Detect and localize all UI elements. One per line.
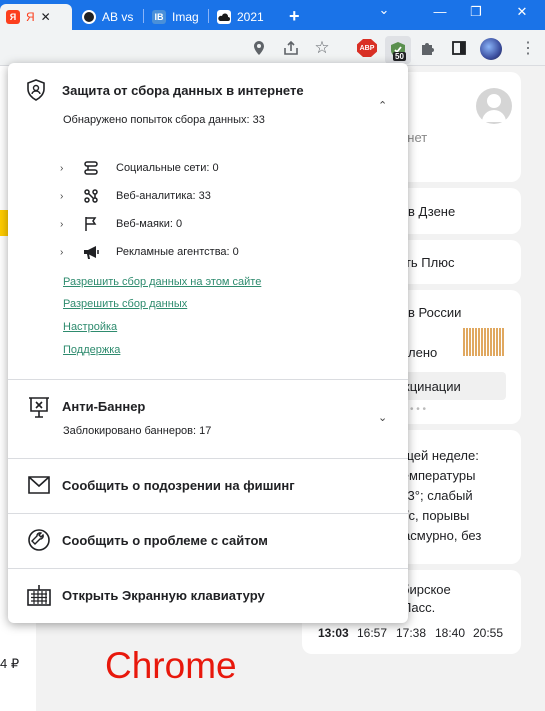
carousel-dots[interactable]: • • • <box>410 404 426 415</box>
yandex-icon: Я <box>6 10 20 24</box>
protection-subtitle: Обнаружено попыток сбора данных: 33 <box>63 114 265 126</box>
bookmark-star-icon[interactable]: ☆ <box>313 38 331 57</box>
chevron-right-icon: › <box>60 162 64 174</box>
tab-title: Imag <box>172 10 199 24</box>
russia-text: в России <box>408 305 462 320</box>
action-label: Сообщить о проблеме с сайтом <box>62 532 268 548</box>
tracker-row-analytics[interactable]: › Веб-аналитика: 33 <box>60 186 211 206</box>
abp-label: ABP <box>359 44 375 52</box>
envelope-icon <box>26 472 52 498</box>
tracker-label: Веб-аналитика: 33 <box>116 190 211 202</box>
tab-title: AB vs <box>102 10 134 24</box>
tab-title: 2021 <box>237 10 264 24</box>
location-icon[interactable] <box>250 39 268 57</box>
circle-icon <box>82 10 96 24</box>
open-keyboard-button[interactable]: Открыть Экранную клавиатуру <box>8 568 408 622</box>
antibanner-title: Анти-Баннер <box>62 399 146 414</box>
close-window-icon[interactable]: ✕ <box>512 4 532 20</box>
report-site-problem-button[interactable]: Сообщить о проблеме с сайтом <box>8 513 408 567</box>
new-tab-button[interactable]: + <box>289 6 300 27</box>
protection-title: Защита от сбора данных в интернете <box>62 83 304 98</box>
keyboard-icon <box>26 582 52 608</box>
social-networks-icon <box>80 159 102 177</box>
ib-icon: IB <box>152 10 166 24</box>
tracker-row-social[interactable]: › Социальные сети: 0 <box>60 158 219 178</box>
web-beacons-icon <box>80 215 102 233</box>
allow-collection-link[interactable]: Разрешить сбор данных <box>63 298 187 310</box>
maximize-icon[interactable]: ❐ <box>466 4 486 20</box>
ad-agencies-icon <box>80 243 102 261</box>
tab-title: Я <box>26 10 35 24</box>
tab-strip: Я Я ✕ AB vs IB Imag 2021 + ⌄ — ❐ ✕ <box>0 0 545 30</box>
pleno-text: лено <box>408 345 438 360</box>
abp-icon[interactable]: ABP <box>357 39 377 57</box>
profile-avatar[interactable] <box>480 38 502 60</box>
tracker-label: Социальные сети: 0 <box>116 162 219 174</box>
time-item: 16:57 <box>357 626 388 640</box>
tracker-label: Веб-маяки: 0 <box>116 218 183 230</box>
anti-banner-icon <box>26 395 52 419</box>
sibir-line: бирское <box>402 582 451 597</box>
antibanner-subtitle: Заблокировано баннеров: 17 <box>63 425 212 437</box>
tab-separator <box>208 9 209 23</box>
vaccination-button[interactable]: кцинации <box>398 372 506 400</box>
report-phishing-button[interactable]: Сообщить о подозрении на фишинг <box>8 458 408 512</box>
time-item: 18:40 <box>435 626 466 640</box>
cloud-icon <box>217 10 231 24</box>
menu-icon[interactable]: ⋮ <box>519 39 537 57</box>
price-text: 4 ₽ <box>0 656 20 671</box>
tab-search-icon[interactable]: ⌄ <box>374 2 394 18</box>
tracker-row-beacons[interactable]: › Веб-маяки: 0 <box>60 214 182 234</box>
wrench-icon <box>26 527 52 553</box>
extension-count-badge: 50 <box>393 52 406 61</box>
action-label: Открыть Экранную клавиатуру <box>62 587 265 603</box>
tab-ab[interactable]: AB vs <box>76 4 142 30</box>
tab-yandex[interactable]: Я Я ✕ <box>0 4 72 30</box>
vacc-text: кцинации <box>404 379 461 394</box>
settings-link[interactable]: Настройка <box>63 321 117 333</box>
time-item: 20:55 <box>473 626 504 640</box>
tab-2021[interactable]: 2021 <box>211 4 279 30</box>
tracker-label: Рекламные агентства: 0 <box>116 246 239 258</box>
web-analytics-icon <box>80 187 102 205</box>
chevron-right-icon: › <box>60 190 64 202</box>
shield-user-icon <box>26 79 46 101</box>
chevron-right-icon: › <box>60 246 64 258</box>
zen-text: в Дзене <box>408 204 456 219</box>
side-panel-icon[interactable] <box>450 39 468 57</box>
divider <box>8 379 408 380</box>
chevron-right-icon: › <box>60 218 64 230</box>
weather-line: ощей неделе: <box>396 448 479 463</box>
minimize-icon[interactable]: — <box>430 4 450 19</box>
extensions-puzzle-icon[interactable] <box>418 39 436 57</box>
caption-text: Chrome <box>105 645 237 686</box>
support-link[interactable]: Поддержка <box>63 344 120 356</box>
expand-chevron-icon[interactable]: ⌄ <box>378 411 387 424</box>
allow-site-link[interactable]: Разрешить сбор данных на этом сайте <box>63 276 261 288</box>
covid-mini-chart <box>463 328 505 356</box>
adguard-popup: Защита от сбора данных в интернете ⌃ Обн… <box>8 63 408 623</box>
action-label: Сообщить о подозрении на фишинг <box>62 477 295 493</box>
tab-images[interactable]: IB Imag <box>146 4 206 30</box>
close-icon[interactable]: ✕ <box>41 10 51 24</box>
yellow-button <box>0 210 8 236</box>
share-icon[interactable] <box>282 39 300 57</box>
time-item: 13:03 <box>318 626 349 640</box>
time-item: 17:38 <box>396 626 427 640</box>
tab-separator <box>143 9 144 23</box>
browser-toolbar: ☆ ABP ⋮ <box>0 30 545 66</box>
weather-line: пасмурно, без <box>396 528 482 543</box>
tracker-row-ads[interactable]: › Рекламные агентства: 0 <box>60 242 239 262</box>
collapse-chevron-icon[interactable]: ⌃ <box>378 99 387 112</box>
user-placeholder-icon <box>476 88 512 124</box>
